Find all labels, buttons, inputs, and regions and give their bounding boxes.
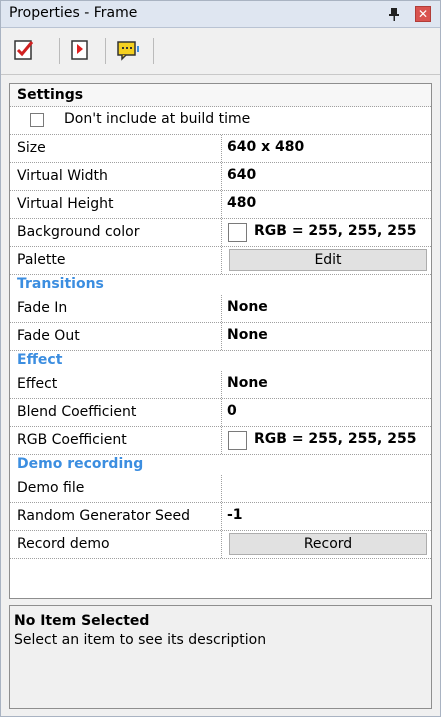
description-title: No Item Selected — [14, 613, 150, 629]
close-icon: ✕ — [417, 7, 429, 21]
effect-category[interactable]: Effect — [10, 351, 431, 371]
close-button[interactable]: ✕ — [415, 6, 431, 22]
background-color-label: Background color — [17, 224, 140, 240]
demo-file-label: Demo file — [17, 480, 85, 496]
virtual-height-row[interactable]: Virtual Height 480 — [10, 191, 431, 219]
build-checkbox-row[interactable]: Don't include at build time — [10, 107, 431, 135]
fade-in-value[interactable]: None — [227, 299, 268, 315]
settings-header-label: Settings — [17, 87, 84, 103]
properties-check-icon[interactable] — [12, 38, 36, 62]
transitions-category[interactable]: Transitions — [10, 275, 431, 295]
record-demo-row[interactable]: Record demo Record — [10, 531, 431, 559]
property-grid: Settings Don't include at build time Siz… — [9, 83, 432, 599]
background-color-row[interactable]: Background color RGB = 255, 255, 255 — [10, 219, 431, 247]
toolbar-separator — [153, 38, 154, 64]
random-seed-label: Random Generator Seed — [17, 508, 190, 524]
size-value[interactable]: 640 x 480 — [227, 139, 304, 155]
virtual-height-label: Virtual Height — [17, 196, 114, 212]
pin-icon[interactable] — [386, 6, 402, 22]
rgb-coefficient-value[interactable]: RGB = 255, 255, 255 — [254, 431, 416, 447]
effect-row[interactable]: Effect None — [10, 371, 431, 399]
size-row[interactable]: Size 640 x 480 — [10, 135, 431, 163]
toolbar — [1, 28, 440, 75]
transitions-category-label: Transitions — [17, 276, 104, 292]
virtual-width-label: Virtual Width — [17, 168, 108, 184]
fade-in-label: Fade In — [17, 300, 68, 316]
random-seed-row[interactable]: Random Generator Seed -1 — [10, 503, 431, 531]
blend-coefficient-label: Blend Coefficient — [17, 404, 137, 420]
properties-window: Properties - Frame ✕ Settings Don't incl… — [0, 0, 441, 717]
background-color-value[interactable]: RGB = 255, 255, 255 — [254, 223, 416, 239]
palette-edit-button[interactable]: Edit — [229, 249, 427, 271]
description-text: Select an item to see its description — [14, 632, 267, 648]
demo-file-row[interactable]: Demo file — [10, 475, 431, 503]
virtual-height-value[interactable]: 480 — [227, 195, 256, 211]
title-bar: Properties - Frame ✕ — [1, 1, 440, 28]
build-checkbox-label: Don't include at build time — [64, 111, 251, 127]
settings-header[interactable]: Settings — [10, 84, 431, 107]
palette-label: Palette — [17, 252, 66, 268]
demo-recording-category[interactable]: Demo recording — [10, 455, 431, 475]
size-label: Size — [17, 140, 46, 156]
fade-out-row[interactable]: Fade Out None — [10, 323, 431, 351]
random-seed-value[interactable]: -1 — [227, 507, 243, 523]
rgb-coefficient-swatch[interactable] — [228, 431, 247, 450]
effect-label: Effect — [17, 376, 58, 392]
virtual-width-value[interactable]: 640 — [227, 167, 256, 183]
bookmark-doc-icon[interactable] — [68, 38, 92, 62]
record-button[interactable]: Record — [229, 533, 427, 555]
blend-coefficient-row[interactable]: Blend Coefficient 0 — [10, 399, 431, 427]
fade-out-label: Fade Out — [17, 328, 80, 344]
rgb-coefficient-row[interactable]: RGB Coefficient RGB = 255, 255, 255 — [10, 427, 431, 455]
palette-row[interactable]: Palette Edit — [10, 247, 431, 275]
description-panel: No Item Selected Select an item to see i… — [9, 605, 432, 709]
window-title: Properties - Frame — [9, 5, 138, 21]
effect-category-label: Effect — [17, 352, 63, 368]
comment-icon[interactable] — [116, 38, 140, 62]
record-demo-label: Record demo — [17, 536, 110, 552]
toolbar-separator — [105, 38, 106, 64]
fade-out-value[interactable]: None — [227, 327, 268, 343]
demo-recording-category-label: Demo recording — [17, 456, 144, 472]
background-color-swatch[interactable] — [228, 223, 247, 242]
blend-coefficient-value[interactable]: 0 — [227, 403, 237, 419]
fade-in-row[interactable]: Fade In None — [10, 295, 431, 323]
virtual-width-row[interactable]: Virtual Width 640 — [10, 163, 431, 191]
rgb-coefficient-label: RGB Coefficient — [17, 432, 127, 448]
build-checkbox[interactable] — [30, 113, 44, 127]
effect-value[interactable]: None — [227, 375, 268, 391]
toolbar-separator — [59, 38, 60, 64]
